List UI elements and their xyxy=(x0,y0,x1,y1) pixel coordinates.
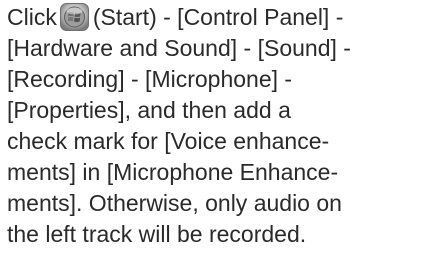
instruction-line-4: [Properties], and then add a xyxy=(7,97,291,123)
start-path-text: (Start) - [Control Panel] - xyxy=(92,4,344,30)
instruction-line-1: Click (Start) - [Control Panel] - xyxy=(7,2,421,33)
instruction-line-3: [Recording] - [Microphone] - xyxy=(7,66,293,92)
instruction-line-7: ments]. Otherwise, only audio on xyxy=(7,190,342,216)
instruction-line-6: ments] in [Microphone Enhance- xyxy=(7,159,339,185)
instruction-text: Click (Start) - [Control Panel] - [Hardw… xyxy=(7,2,421,250)
instruction-line-8: the left track will be recorded. xyxy=(7,221,307,247)
instruction-line-5: check mark for [Voice enhance- xyxy=(7,128,330,154)
instruction-line-2: [Hardware and Sound] - [Sound] - xyxy=(7,35,351,61)
windows-start-orb-icon xyxy=(59,3,89,31)
click-word: Click xyxy=(7,4,57,30)
